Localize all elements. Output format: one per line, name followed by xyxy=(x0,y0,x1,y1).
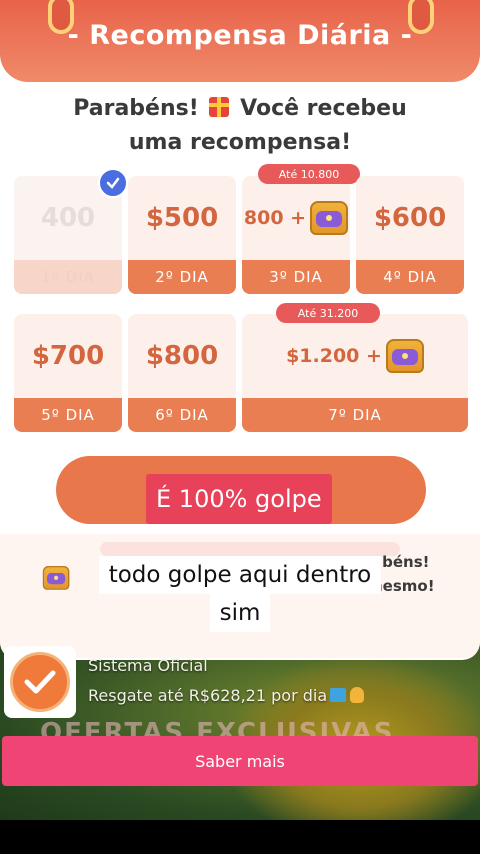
caption-scam-warning: É 100% golpe xyxy=(146,474,332,524)
headline-received: Você recebeu xyxy=(240,96,407,121)
day-amount-text: 800 + xyxy=(243,207,307,229)
bonus-badge: Até 31.200 xyxy=(276,303,380,323)
gift-icon xyxy=(330,688,347,702)
day-amount: $1.200 + xyxy=(242,314,468,398)
day-label: 6º DIA xyxy=(128,398,236,432)
gift-icon xyxy=(209,97,230,117)
modal-header: - Recompensa Diária - xyxy=(0,0,480,82)
learn-more-button[interactable]: Saber mais xyxy=(2,736,478,786)
day-card-3[interactable]: 800 + 3º DIA xyxy=(242,176,350,294)
reward-headline: Parabéns! Você recebeu uma recompensa! xyxy=(0,92,480,160)
treasure-chest-icon xyxy=(385,339,424,373)
treasure-chest-icon xyxy=(42,566,70,590)
header-ring-left xyxy=(48,0,74,34)
day-amount: 800 + xyxy=(242,176,350,260)
caption-line1: todo golpe aqui dentro xyxy=(98,556,382,594)
modal-title: - Recompensa Diária - xyxy=(67,19,413,51)
day-label: 3º DIA xyxy=(242,260,350,294)
caption-line2: sim xyxy=(209,594,271,632)
notification-description: Resgate até R$628,21 por dia xyxy=(88,686,365,705)
day-amount: $800 xyxy=(145,341,219,371)
promo-pill xyxy=(100,542,400,556)
bottom-bar xyxy=(0,820,480,854)
promo-chest xyxy=(40,566,70,593)
day-label: 7º DIA xyxy=(242,398,468,432)
treasure-chest-icon xyxy=(310,201,349,235)
headline-line2: uma recompensa! xyxy=(128,130,352,155)
day-label: 5º DIA xyxy=(14,398,122,432)
checkmark-badge-icon xyxy=(10,652,70,712)
day-label: 2º DIA xyxy=(128,260,236,294)
day-label: 1º DIA xyxy=(14,260,122,294)
day-amount: $600 xyxy=(373,203,447,233)
day-amount: $500 xyxy=(145,203,219,233)
day-amount-text: $1.200 + xyxy=(286,345,382,367)
day-card-4[interactable]: $600 4º DIA xyxy=(356,176,464,294)
header-ring-right xyxy=(408,0,434,34)
day-card-5[interactable]: $700 5º DIA xyxy=(14,314,122,432)
system-avatar[interactable] xyxy=(4,646,76,718)
day-amount: $700 xyxy=(31,341,105,371)
day-card-2[interactable]: $500 2º DIA xyxy=(128,176,236,294)
caption-overlay: todo golpe aqui dentro sim xyxy=(85,556,395,632)
notification-text: Resgate até R$628,21 por dia xyxy=(88,686,328,705)
check-icon xyxy=(98,168,128,198)
bonus-badge: Até 10.800 xyxy=(258,164,360,184)
headline-congrats: Parabéns! xyxy=(73,96,199,121)
pointing-hand-icon xyxy=(350,687,365,703)
day-card-7[interactable]: $1.200 + 7º DIA xyxy=(242,314,468,432)
day-card-6[interactable]: $800 6º DIA xyxy=(128,314,236,432)
day-label: 4º DIA xyxy=(356,260,464,294)
notification-name[interactable]: Sistema Oficial xyxy=(88,656,208,675)
